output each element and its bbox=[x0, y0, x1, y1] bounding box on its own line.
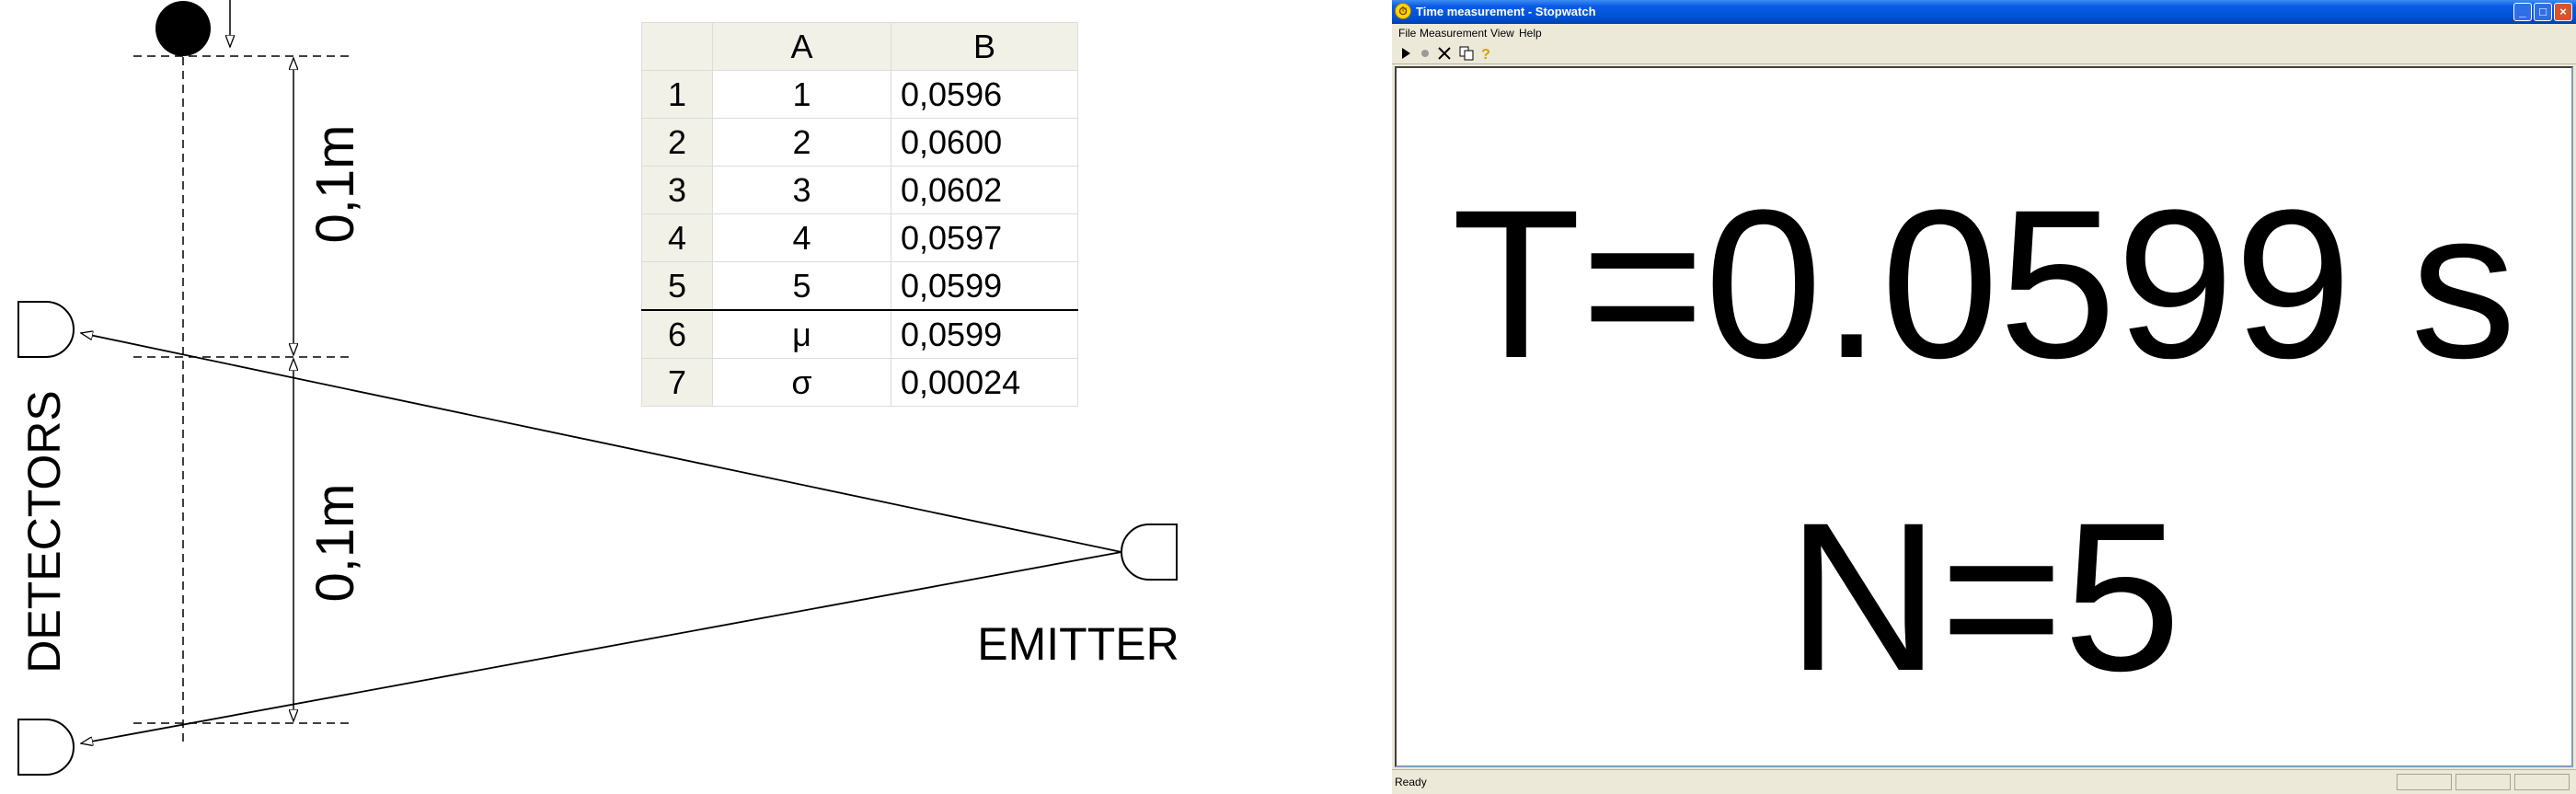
measurement-display: T=0.0599 s N=5 bbox=[1395, 66, 2573, 767]
svg-text:?: ? bbox=[1481, 47, 1490, 63]
cell-a[interactable]: 3 bbox=[712, 166, 891, 214]
emitter-label: EMITTER bbox=[977, 618, 1179, 670]
stopwatch-app-icon[interactable]: ⏱ bbox=[1395, 3, 1411, 19]
distance-label-bottom: 0,1m bbox=[305, 484, 365, 603]
column-header-b[interactable]: B bbox=[891, 22, 1078, 71]
row-header[interactable]: 2 bbox=[641, 118, 713, 167]
stopwatch-window: ⏱ Time measurement - Stopwatch _ □ × Fil… bbox=[1392, 0, 2576, 794]
menu-help[interactable]: Help bbox=[1514, 24, 1547, 42]
cell-b[interactable]: 0,0596 bbox=[891, 70, 1078, 119]
play-icon[interactable] bbox=[1397, 44, 1415, 63]
cell-a[interactable]: 1 bbox=[712, 70, 891, 119]
row-header[interactable]: 3 bbox=[641, 166, 713, 214]
cell-b[interactable]: 0,00024 bbox=[891, 358, 1078, 407]
cell-a[interactable]: μ bbox=[712, 309, 891, 359]
cell-b[interactable]: 0,0599 bbox=[891, 309, 1078, 359]
beam-bottom bbox=[81, 551, 1122, 743]
title-bar[interactable]: ⏱ Time measurement - Stopwatch _ □ × bbox=[1392, 0, 2576, 24]
emitter bbox=[1121, 524, 1178, 581]
detector-bottom bbox=[17, 719, 75, 776]
row-header[interactable]: 4 bbox=[641, 213, 713, 262]
table-row-mean: 6 μ 0,0599 bbox=[641, 309, 1078, 359]
row-header[interactable]: 5 bbox=[641, 261, 713, 311]
cell-b[interactable]: 0,0597 bbox=[891, 213, 1078, 262]
table-header-row: A B bbox=[641, 22, 1078, 71]
help-icon[interactable]: ? bbox=[1477, 44, 1495, 63]
cell-b[interactable]: 0,0600 bbox=[891, 118, 1078, 167]
measurement-table: A B 1 1 0,0596 2 2 0,0600 3 3 0,0602 4 4… bbox=[641, 22, 1078, 407]
close-button[interactable]: × bbox=[2554, 3, 2572, 21]
cell-a[interactable]: σ bbox=[712, 358, 891, 407]
distance-label-top: 0,1m bbox=[305, 125, 365, 244]
corner-cell bbox=[641, 22, 713, 71]
table-row: 2 2 0,0600 bbox=[641, 118, 1078, 167]
cell-b[interactable]: 0,0599 bbox=[891, 261, 1078, 311]
time-readout: T=0.0599 s bbox=[1451, 166, 2517, 402]
detector-top bbox=[17, 301, 75, 358]
status-pane bbox=[2397, 774, 2452, 790]
record-icon[interactable] bbox=[1416, 44, 1434, 63]
menu-measurement[interactable]: Measurement bbox=[1415, 24, 1491, 42]
row-header[interactable]: 1 bbox=[641, 70, 713, 119]
table-row: 3 3 0,0602 bbox=[641, 166, 1078, 214]
cell-b[interactable]: 0,0602 bbox=[891, 166, 1078, 214]
row-header[interactable]: 7 bbox=[641, 358, 713, 407]
minimize-button[interactable]: _ bbox=[2513, 3, 2532, 21]
cell-a[interactable]: 4 bbox=[712, 213, 891, 262]
cell-a[interactable]: 2 bbox=[712, 118, 891, 167]
clear-icon[interactable] bbox=[1435, 44, 1454, 63]
menu-bar: File Measurement View Help bbox=[1392, 24, 2576, 42]
cell-a[interactable]: 5 bbox=[712, 261, 891, 311]
count-readout: N=5 bbox=[1787, 478, 2181, 715]
table-row: 5 5 0,0599 bbox=[641, 261, 1078, 311]
status-pane bbox=[2514, 774, 2570, 790]
window-title: Time measurement - Stopwatch bbox=[1416, 5, 1596, 18]
row-header[interactable]: 6 bbox=[641, 309, 713, 359]
toolbar: ? bbox=[1392, 42, 2576, 64]
column-header-a[interactable]: A bbox=[712, 22, 891, 71]
table-row: 4 4 0,0597 bbox=[641, 213, 1078, 262]
maximize-button[interactable]: □ bbox=[2534, 3, 2552, 21]
status-bar: Ready bbox=[1392, 769, 2576, 794]
detectors-label: DETECTORS bbox=[18, 390, 70, 673]
table-row: 1 1 0,0596 bbox=[641, 70, 1078, 119]
status-pane bbox=[2455, 774, 2511, 790]
status-text: Ready bbox=[1395, 776, 1427, 788]
copy-icon[interactable] bbox=[1457, 44, 1476, 63]
table-row-stddev: 7 σ 0,00024 bbox=[641, 358, 1078, 407]
ball bbox=[155, 1, 211, 56]
